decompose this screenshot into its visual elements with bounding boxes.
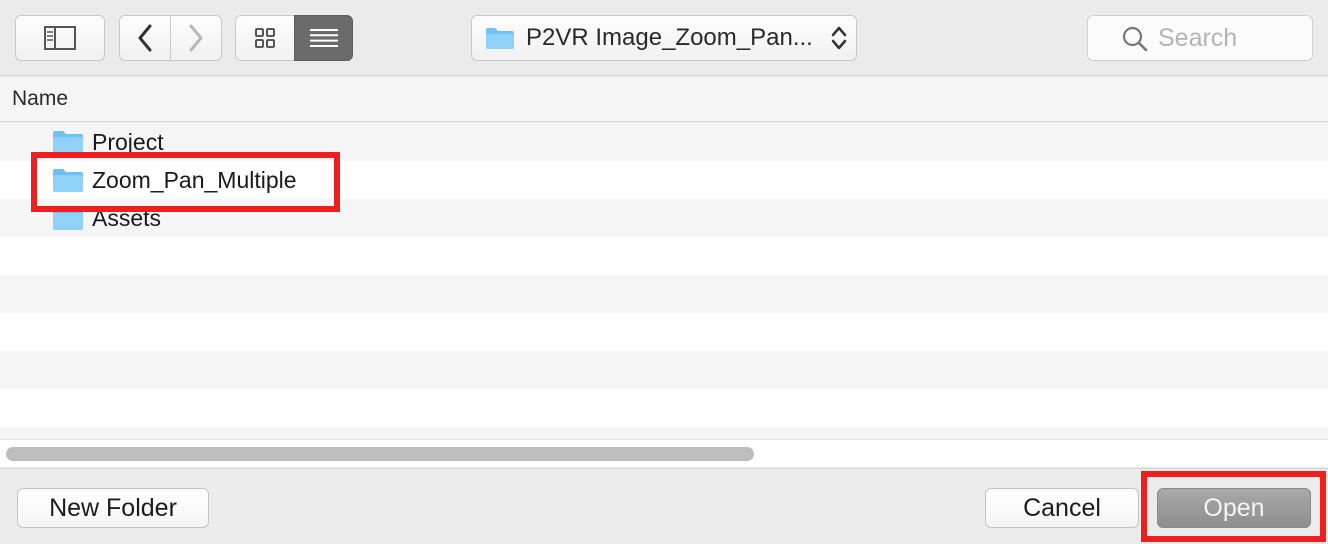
empty-row (0, 313, 1328, 351)
search-icon (1122, 26, 1148, 52)
path-label: P2VR Image_Zoom_Pan... (526, 24, 813, 51)
popup-chevrons-icon (831, 26, 847, 50)
sidebar-toggle-icon (44, 26, 76, 50)
list-icon (309, 29, 338, 47)
empty-row (0, 427, 1328, 439)
empty-row (0, 351, 1328, 389)
sidebar-toggle-button[interactable] (15, 15, 105, 61)
list-view-button[interactable] (294, 15, 353, 61)
forward-button[interactable] (171, 15, 222, 61)
cancel-button[interactable]: Cancel (985, 488, 1139, 528)
grid-icon (255, 28, 275, 48)
chevron-left-icon (138, 24, 152, 52)
column-header-name[interactable]: Name (12, 87, 68, 111)
icon-view-button[interactable] (235, 15, 295, 61)
highlight-box-folder (31, 152, 340, 212)
chevron-right-icon (189, 24, 203, 52)
new-folder-button[interactable]: New Folder (17, 488, 209, 528)
empty-row (0, 389, 1328, 427)
horizontal-scrollbar[interactable] (0, 439, 1328, 467)
folder-icon (486, 28, 514, 49)
column-header: Name (0, 77, 1328, 122)
empty-row (0, 275, 1328, 313)
search-placeholder: Search (1158, 23, 1238, 52)
back-button[interactable] (119, 15, 171, 61)
highlight-box-open (1141, 471, 1326, 542)
toolbar: P2VR Image_Zoom_Pan... Search (0, 0, 1328, 76)
path-popup-button[interactable]: P2VR Image_Zoom_Pan... (471, 15, 857, 61)
scrollbar-thumb[interactable] (6, 447, 754, 461)
bottom-bar: New Folder Cancel Open (0, 468, 1328, 544)
search-input[interactable]: Search (1087, 15, 1313, 61)
empty-row (0, 237, 1328, 275)
